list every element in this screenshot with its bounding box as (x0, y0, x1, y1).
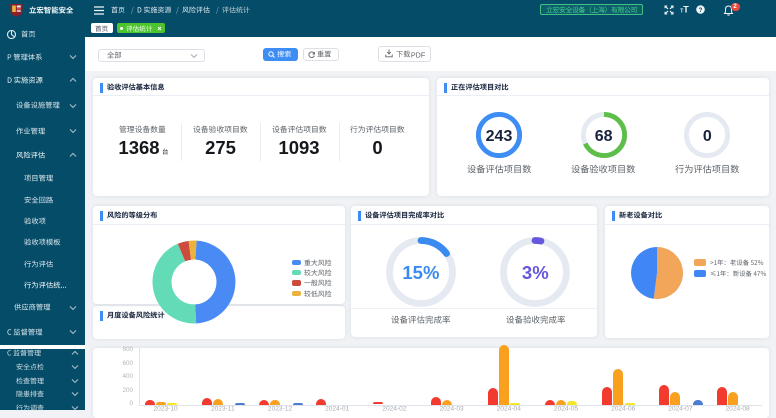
svg-text:?: ? (699, 7, 703, 14)
